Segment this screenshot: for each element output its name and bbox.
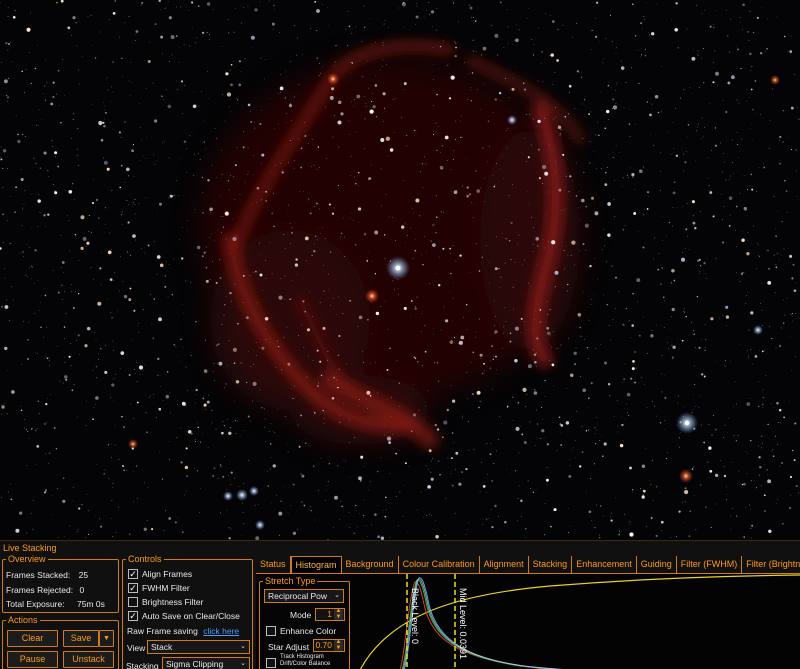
view-label: View [127,643,146,653]
star-adjust-spinner[interactable]: 0.70 ▲ ▼ [313,639,345,652]
frames-rejected-row: Frames Rejected: 0 [6,585,84,595]
spinner-arrows-icon[interactable]: ▲ ▼ [334,639,343,651]
caret-down-icon: ▼ [103,635,110,642]
tab-bar: Status Histogram Background Colour Calib… [256,556,800,574]
enhance-color-label: Enhance Color [280,626,337,636]
view-select-value: Stack [151,642,173,652]
frames-stacked-label: Frames Stacked: [6,570,71,580]
frames-rejected-label: Frames Rejected: [6,585,74,595]
total-exposure-value: 75m 0s [76,599,105,609]
stretch-type-select[interactable]: Reciprocal Pow ⌄ [264,589,344,603]
tab-guiding[interactable]: Guiding [637,556,677,573]
tab-background[interactable]: Background [342,556,399,573]
stacked-image-view[interactable] [0,0,800,540]
stacking-select[interactable]: Sigma Clipping ⌄ [162,657,250,669]
actions-legend: Actions [8,615,38,625]
stacking-label: Stacking [126,661,159,669]
tab-stacking[interactable]: Stacking [529,556,573,573]
frames-rejected-value: 0 [79,585,85,595]
save-button[interactable]: Save [63,630,99,647]
app-window: Live Stacking Overview Frames Stacked: 2… [0,0,800,669]
tab-alignment[interactable]: Alignment [480,556,529,573]
unstack-button[interactable]: Unstack [63,651,114,668]
auto-save-checkbox[interactable]: ✓ [128,611,138,621]
raw-frame-saving-row: Raw Frame saving click here [127,626,239,636]
fwhm-filter-checkbox[interactable]: ✓ [128,583,138,593]
star-adjust-value: 0.70 [315,640,332,650]
tab-histogram[interactable]: Histogram [290,556,342,574]
histogram-plot[interactable]: Black Level: 0 Mid Level: 0.0391 [350,574,800,669]
total-exposure-label: Total Exposure: [6,599,65,609]
total-exposure-row: Total Exposure: 75m 0s [6,599,105,609]
tab-status[interactable]: Status [256,556,291,573]
stacking-select-value: Sigma Clipping [166,659,224,669]
mode-value: 1 [327,609,332,619]
red-star [327,73,339,85]
tab-enhancement[interactable]: Enhancement [572,556,637,573]
auto-save-label: Auto Save on Clear/Close [142,611,240,621]
fwhm-filter-label: FWHM Filter [142,583,190,593]
track-histogram-label: Track Histogram Drift/Color Balance [280,654,331,667]
brightness-filter-label: Brightness Filter [142,597,204,607]
align-frames-checkbox[interactable]: ✓ [128,569,138,579]
tab-colour-calibration[interactable]: Colour Calibration [399,556,480,573]
red-star [365,289,379,303]
frames-stacked-row: Frames Stacked: 25 [6,570,88,580]
raw-frame-saving-link[interactable]: click here [203,626,239,636]
stretch-type-value: Reciprocal Pow [268,591,328,601]
stretch-type-legend: Stretch Type [265,576,316,586]
chevron-down-icon: ⌄ [240,643,246,650]
black-level-label: Black Level: 0 [410,588,420,644]
overview-legend: Overview [8,554,46,564]
tab-filter-brightness[interactable]: Filter (Brightness) [742,556,800,573]
chevron-down-icon: ⌄ [334,592,340,599]
chevron-down-icon: ⌄ [240,660,246,667]
brightness-filter-checkbox[interactable] [128,597,138,607]
align-frames-label: Align Frames [142,569,193,579]
tab-filter-fwhm[interactable]: Filter (FWHM) [677,556,743,573]
check-icon: ✓ [129,569,137,579]
star-adjust-label: Star Adjust [268,642,310,652]
enhance-color-checkbox[interactable] [266,626,276,636]
clear-button[interactable]: Clear [7,630,58,647]
live-stacking-panel: Live Stacking Overview Frames Stacked: 2… [0,540,800,669]
view-select[interactable]: Stack ⌄ [147,640,250,654]
mode-spinner[interactable]: 1 ▲ ▼ [315,608,345,621]
mid-level-label: Mid Level: 0.0391 [458,588,468,659]
spinner-arrows-icon[interactable]: ▲ ▼ [334,608,343,620]
save-dropdown-button[interactable]: ▼ [99,630,114,647]
check-icon: ✓ [129,611,137,621]
frames-stacked-value: 25 [78,570,89,580]
track-histogram-checkbox[interactable] [266,658,276,668]
controls-legend: Controls [128,554,162,564]
mode-label: Mode [290,610,312,620]
pause-button[interactable]: Pause [7,651,58,668]
starfield-image [0,0,800,540]
check-icon: ✓ [129,583,137,593]
panel-title: Live Stacking [3,543,57,553]
red-star [679,469,693,483]
raw-frame-saving-label: Raw Frame saving [127,626,198,636]
